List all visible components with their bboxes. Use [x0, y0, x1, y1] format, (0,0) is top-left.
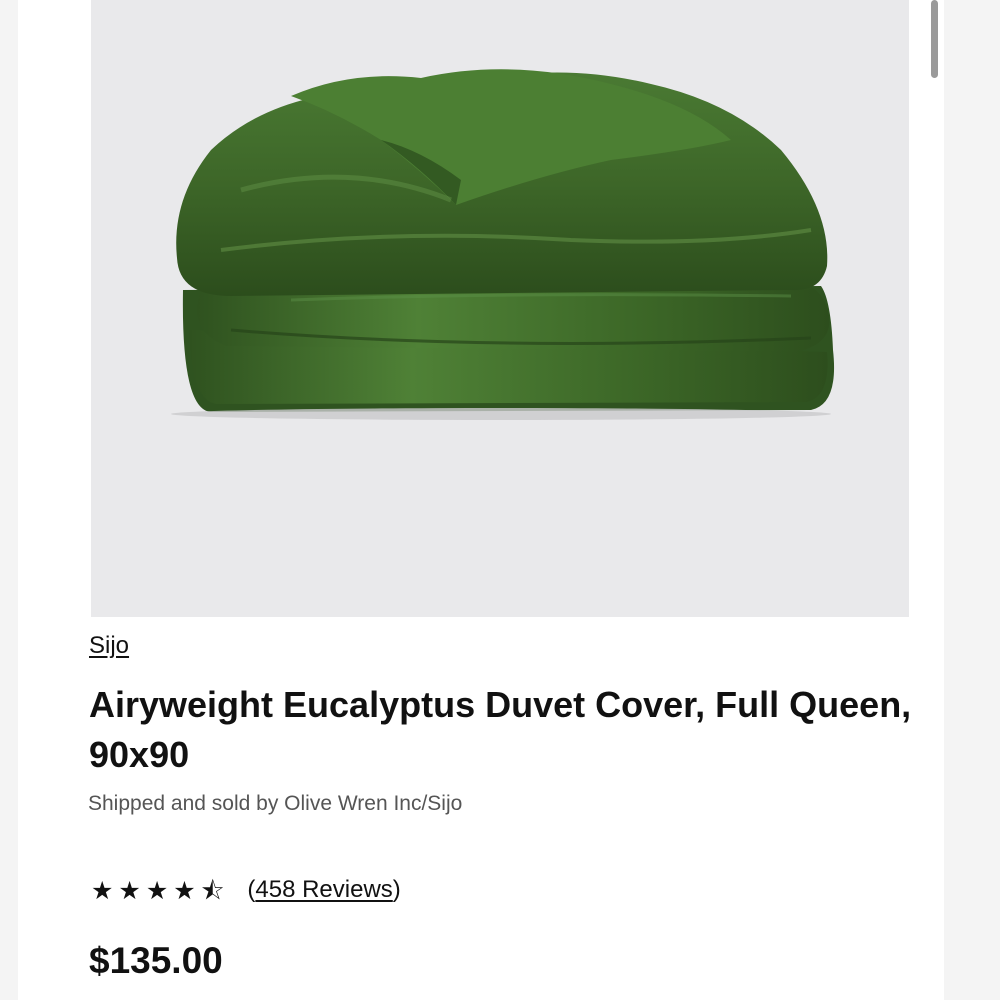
- scrollbar-thumb[interactable]: [931, 0, 938, 78]
- product-page: Sijo Airyweight Eucalyptus Duvet Cover, …: [0, 0, 1000, 1000]
- star-full-icon: ★: [91, 875, 114, 905]
- reviews-link[interactable]: (458 Reviews): [247, 876, 400, 904]
- star-half-icon: ⯪: [200, 875, 225, 905]
- star-rating: ★ ★ ★ ★ ⯪: [91, 878, 229, 903]
- product-title: Airyweight Eucalyptus Duvet Cover, Full …: [89, 684, 912, 775]
- folded-duvet-image: [171, 69, 835, 420]
- right-gutter: [944, 0, 1000, 1000]
- product-image[interactable]: [91, 0, 909, 617]
- reviews-count-label[interactable]: 458 Reviews: [255, 876, 392, 903]
- left-gutter: [0, 0, 18, 1000]
- star-full-icon: ★: [145, 875, 169, 905]
- star-full-icon: ★: [118, 875, 141, 905]
- seller-info: Shipped and sold by Olive Wren Inc/Sijo: [88, 792, 463, 815]
- rating-row: ★ ★ ★ ★ ⯪ (458 Reviews): [91, 872, 401, 908]
- brand-link[interactable]: Sijo: [89, 632, 129, 660]
- product-price: $135.00: [89, 940, 223, 981]
- star-full-icon: ★: [173, 875, 196, 905]
- reviews-close-paren: ): [392, 876, 401, 903]
